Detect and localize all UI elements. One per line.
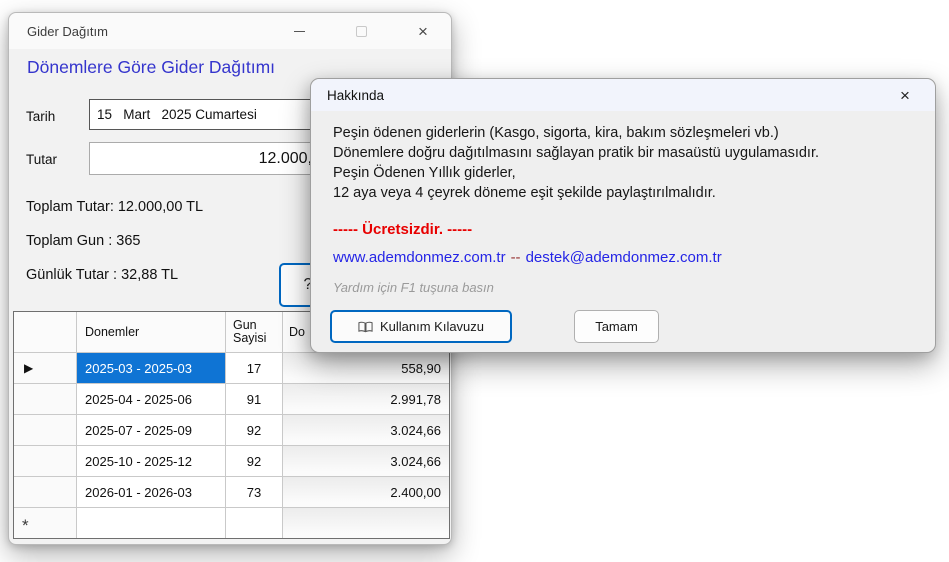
window-controls: ×	[277, 13, 445, 49]
main-titlebar: Gider Dağıtım ×	[9, 13, 451, 49]
amount-cell[interactable]	[282, 508, 449, 538]
maximize-button[interactable]	[339, 16, 383, 46]
amount-cell[interactable]: 2.991,78	[282, 384, 449, 414]
days-cell[interactable]	[225, 508, 282, 538]
amount-cell[interactable]: 3.024,66	[282, 415, 449, 445]
close-icon: ×	[418, 21, 428, 41]
table-row: 2025-04 - 2025-06 91 2.991,78	[14, 383, 449, 414]
page-title: Dönemlere Göre Gider Dağıtımı	[27, 57, 276, 77]
days-cell[interactable]: 73	[225, 477, 282, 507]
about-text-line: Dönemlere doğru dağıtılmasını sağlayan p…	[333, 145, 819, 161]
email-link[interactable]: destek@ademdonmez.com.tr	[526, 249, 722, 266]
contact-links: www.ademdonmez.com.tr -- destek@ademdonmez…	[333, 249, 722, 266]
table-row: ▶ 2025-03 - 2025-03 17 558,90	[14, 352, 449, 383]
row-selector-header[interactable]	[14, 312, 76, 352]
window-title: Gider Dağıtım	[27, 23, 108, 39]
f1-help-hint: Yardım için F1 tuşuna basın	[333, 280, 494, 295]
table-new-row: *	[14, 507, 449, 538]
date-label: Tarih	[26, 109, 56, 124]
close-button[interactable]: ×	[401, 16, 445, 46]
amount-label: Tutar	[26, 152, 58, 167]
about-text-line: 12 aya veya 4 çeyrek döneme eşit şekilde…	[333, 185, 716, 201]
about-dialog: Hakkında × Peşin ödenen giderlerin (Kasg…	[310, 78, 936, 353]
amount-cell[interactable]: 2.400,00	[282, 477, 449, 507]
minimize-icon	[293, 30, 305, 32]
close-icon: ×	[900, 85, 910, 105]
about-description: Peşin ödenen giderlerin (Kasgo, sigorta,…	[333, 123, 819, 203]
period-cell[interactable]: 2026-01 - 2026-03	[76, 477, 225, 507]
about-text-line: Peşin ödenen giderlerin (Kasgo, sigorta,…	[333, 125, 779, 141]
table-row: 2025-10 - 2025-12 92 3.024,66	[14, 445, 449, 476]
period-cell[interactable]: 2025-03 - 2025-03	[76, 353, 225, 383]
period-cell[interactable]: 2025-07 - 2025-09	[76, 415, 225, 445]
column-header-periods[interactable]: Donemler	[76, 312, 225, 352]
table-row: 2025-07 - 2025-09 92 3.024,66	[14, 414, 449, 445]
about-text-line: Peşin Ödenen Yıllık giderler,	[333, 165, 516, 181]
daily-amount-text: Günlük Tutar : 32,88 TL	[26, 267, 179, 283]
minimize-button[interactable]	[277, 16, 321, 46]
new-row-icon: *	[22, 516, 29, 535]
column-header-days[interactable]: Gun Sayisi	[225, 312, 282, 352]
dialog-close-button[interactable]: ×	[887, 79, 923, 111]
period-cell[interactable]: 2025-04 - 2025-06	[76, 384, 225, 414]
link-separator: --	[510, 249, 521, 266]
days-cell[interactable]: 91	[225, 384, 282, 414]
period-cell[interactable]	[76, 508, 225, 538]
dialog-title: Hakkında	[327, 87, 385, 103]
row-selector-cell[interactable]	[14, 446, 76, 476]
days-cell[interactable]: 17	[225, 353, 282, 383]
days-cell[interactable]: 92	[225, 415, 282, 445]
table-row: 2026-01 - 2026-03 73 2.400,00	[14, 476, 449, 507]
total-days-text: Toplam Gun : 365	[26, 233, 141, 249]
row-selector-cell[interactable]: ▶	[14, 353, 76, 383]
row-selector-cell[interactable]: *	[14, 508, 76, 538]
amount-cell[interactable]: 3.024,66	[282, 446, 449, 476]
days-cell[interactable]: 92	[225, 446, 282, 476]
website-link[interactable]: www.ademdonmez.com.tr	[333, 249, 506, 266]
row-selector-cell[interactable]	[14, 415, 76, 445]
free-of-charge-text: ----- Ücretsizdir. -----	[333, 221, 473, 238]
user-manual-label: Kullanım Kılavuzu	[379, 319, 485, 334]
total-amount-text: Toplam Tutar: 12.000,00 TL	[26, 199, 204, 215]
dialog-titlebar: Hakkında ×	[311, 79, 935, 111]
period-cell[interactable]: 2025-10 - 2025-12	[76, 446, 225, 476]
current-row-icon: ▶	[24, 361, 34, 375]
row-selector-cell[interactable]	[14, 384, 76, 414]
desktop: Gider Dağıtım × Dönemlere Göre Gider Dağ…	[0, 0, 949, 562]
user-manual-button[interactable]: Kullanım Kılavuzu	[330, 310, 512, 343]
maximize-icon	[355, 25, 367, 37]
book-icon	[358, 321, 373, 333]
amount-cell[interactable]: 558,90	[282, 353, 449, 383]
ok-button[interactable]: Tamam	[574, 310, 659, 343]
row-selector-cell[interactable]	[14, 477, 76, 507]
